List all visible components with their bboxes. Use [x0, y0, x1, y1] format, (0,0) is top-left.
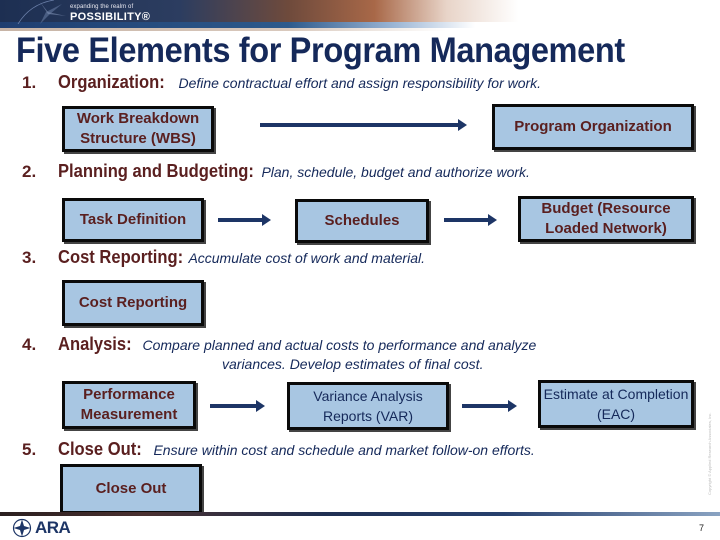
step-description: Accumulate cost of work and material. [188, 250, 425, 266]
arrow-right-icon [210, 400, 265, 412]
box-performance-measurement: Performance Measurement [62, 381, 196, 429]
box-cost-reporting: Cost Reporting [62, 280, 204, 326]
box-close-out: Close Out [60, 464, 202, 514]
step-number: 4. [22, 335, 37, 354]
footer-logo: ARA [12, 518, 71, 538]
box-estimate-at-completion: Estimate at Completion (EAC) [538, 380, 694, 428]
step-number: 3. [22, 248, 37, 267]
compass-star-logo-icon [17, 0, 66, 24]
arrow-right-icon [260, 119, 467, 131]
arrow-right-icon [462, 400, 517, 412]
copyright-notice: Copyright © Applied Research Associates,… [707, 412, 712, 495]
step-name: Analysis: [58, 334, 132, 354]
step-close-out: 5. Close Out: Ensure within cost and sche… [22, 439, 535, 461]
step-description: Compare planned and actual costs to perf… [142, 337, 537, 353]
step-name: Organization: [58, 72, 165, 92]
step-description: Define contractual effort and assign res… [178, 75, 542, 91]
tagline-possibility: POSSIBILITY® [70, 11, 151, 23]
step-analysis: 4. Analysis: Compare planned and actual c… [22, 334, 536, 356]
step-name: Close Out: [58, 439, 142, 459]
step-number: 1. [22, 73, 37, 92]
arrow-right-icon [218, 214, 271, 226]
tagline-small: expanding the realm of [70, 4, 134, 10]
step-planning-budgeting: 2. Planning and Budgeting: Plan, schedule… [22, 161, 530, 183]
step-number: 5. [22, 440, 37, 459]
box-program-organization: Program Organization [492, 104, 694, 150]
box-variance-analysis-reports: Variance Analysis Reports (VAR) [287, 382, 449, 430]
page-title: Five Elements for Program Management [16, 31, 625, 70]
box-wbs: Work Breakdown Structure (WBS) [62, 106, 214, 152]
box-budget-resource-loaded-network: Budget (Resource Loaded Network) [518, 196, 694, 242]
box-schedules: Schedules [295, 199, 429, 243]
footer-stripe [0, 512, 720, 516]
box-task-definition: Task Definition [62, 198, 204, 242]
page-number: 7 [698, 523, 704, 533]
step-number: 2. [22, 162, 37, 181]
step-cost-reporting: 3. Cost Reporting: Accumulate cost of wor… [22, 247, 425, 269]
step-name: Cost Reporting: [58, 247, 184, 267]
arrow-right-icon [444, 214, 497, 226]
company-logo-text: ARA [35, 518, 71, 537]
step-description: Ensure within cost and schedule and mark… [153, 442, 535, 458]
step-organization: 1. Organization: Define contractual effor… [22, 72, 541, 94]
compass-logo-icon [12, 518, 32, 538]
step-name: Planning and Budgeting: [58, 161, 254, 181]
step-description: Plan, schedule, budget and authorize wor… [261, 164, 530, 180]
step-description-continued: variances. Develop estimates of final co… [222, 356, 484, 372]
